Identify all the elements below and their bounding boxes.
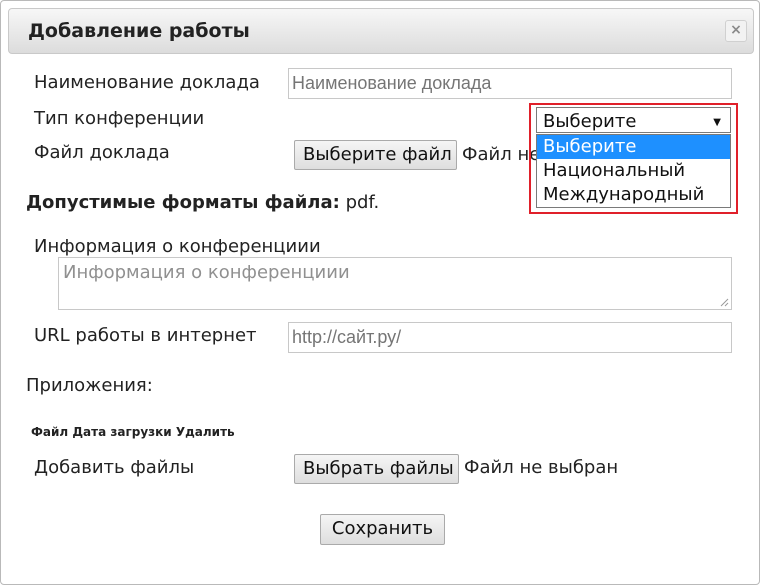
choose-files-button[interactable]: Выбрать файлы: [294, 454, 459, 484]
dialog-titlebar: Добавление работы ×: [8, 8, 754, 54]
highlight-box: [529, 103, 738, 214]
formats-value: pdf.: [345, 192, 380, 213]
close-icon[interactable]: ×: [725, 20, 747, 42]
add-work-dialog: Добавление работы × Наименование доклада…: [0, 0, 760, 585]
formats-label: Допустимые форматы файла:: [26, 192, 340, 213]
attachments-table-header: Файл Дата загрузки Удалить: [31, 425, 235, 439]
add-files-label: Добавить файлы: [34, 457, 195, 478]
report-file-label: Файл доклада: [34, 142, 170, 163]
choose-report-file-button[interactable]: Выберите файл: [294, 140, 457, 170]
resize-grip-icon[interactable]: [720, 298, 729, 307]
conference-info-placeholder: Информация о конференциии: [63, 262, 350, 283]
attachments-label: Приложения:: [26, 375, 153, 396]
dialog-title: Добавление работы: [28, 20, 250, 42]
conference-info-textarea[interactable]: Информация о конференциии: [58, 257, 732, 310]
add-files-status: Файл не выбран: [464, 457, 619, 478]
conference-info-label: Информация о конференциии: [34, 236, 321, 257]
report-name-label: Наименование доклада: [34, 72, 260, 93]
conference-type-label: Тип конференции: [34, 108, 205, 129]
save-button[interactable]: Сохранить: [320, 514, 445, 545]
report-name-input[interactable]: [288, 68, 732, 99]
url-label: URL работы в интернет: [34, 325, 257, 346]
url-input[interactable]: [288, 322, 732, 353]
formats-line: Допустимые форматы файла: pdf.: [26, 192, 379, 213]
